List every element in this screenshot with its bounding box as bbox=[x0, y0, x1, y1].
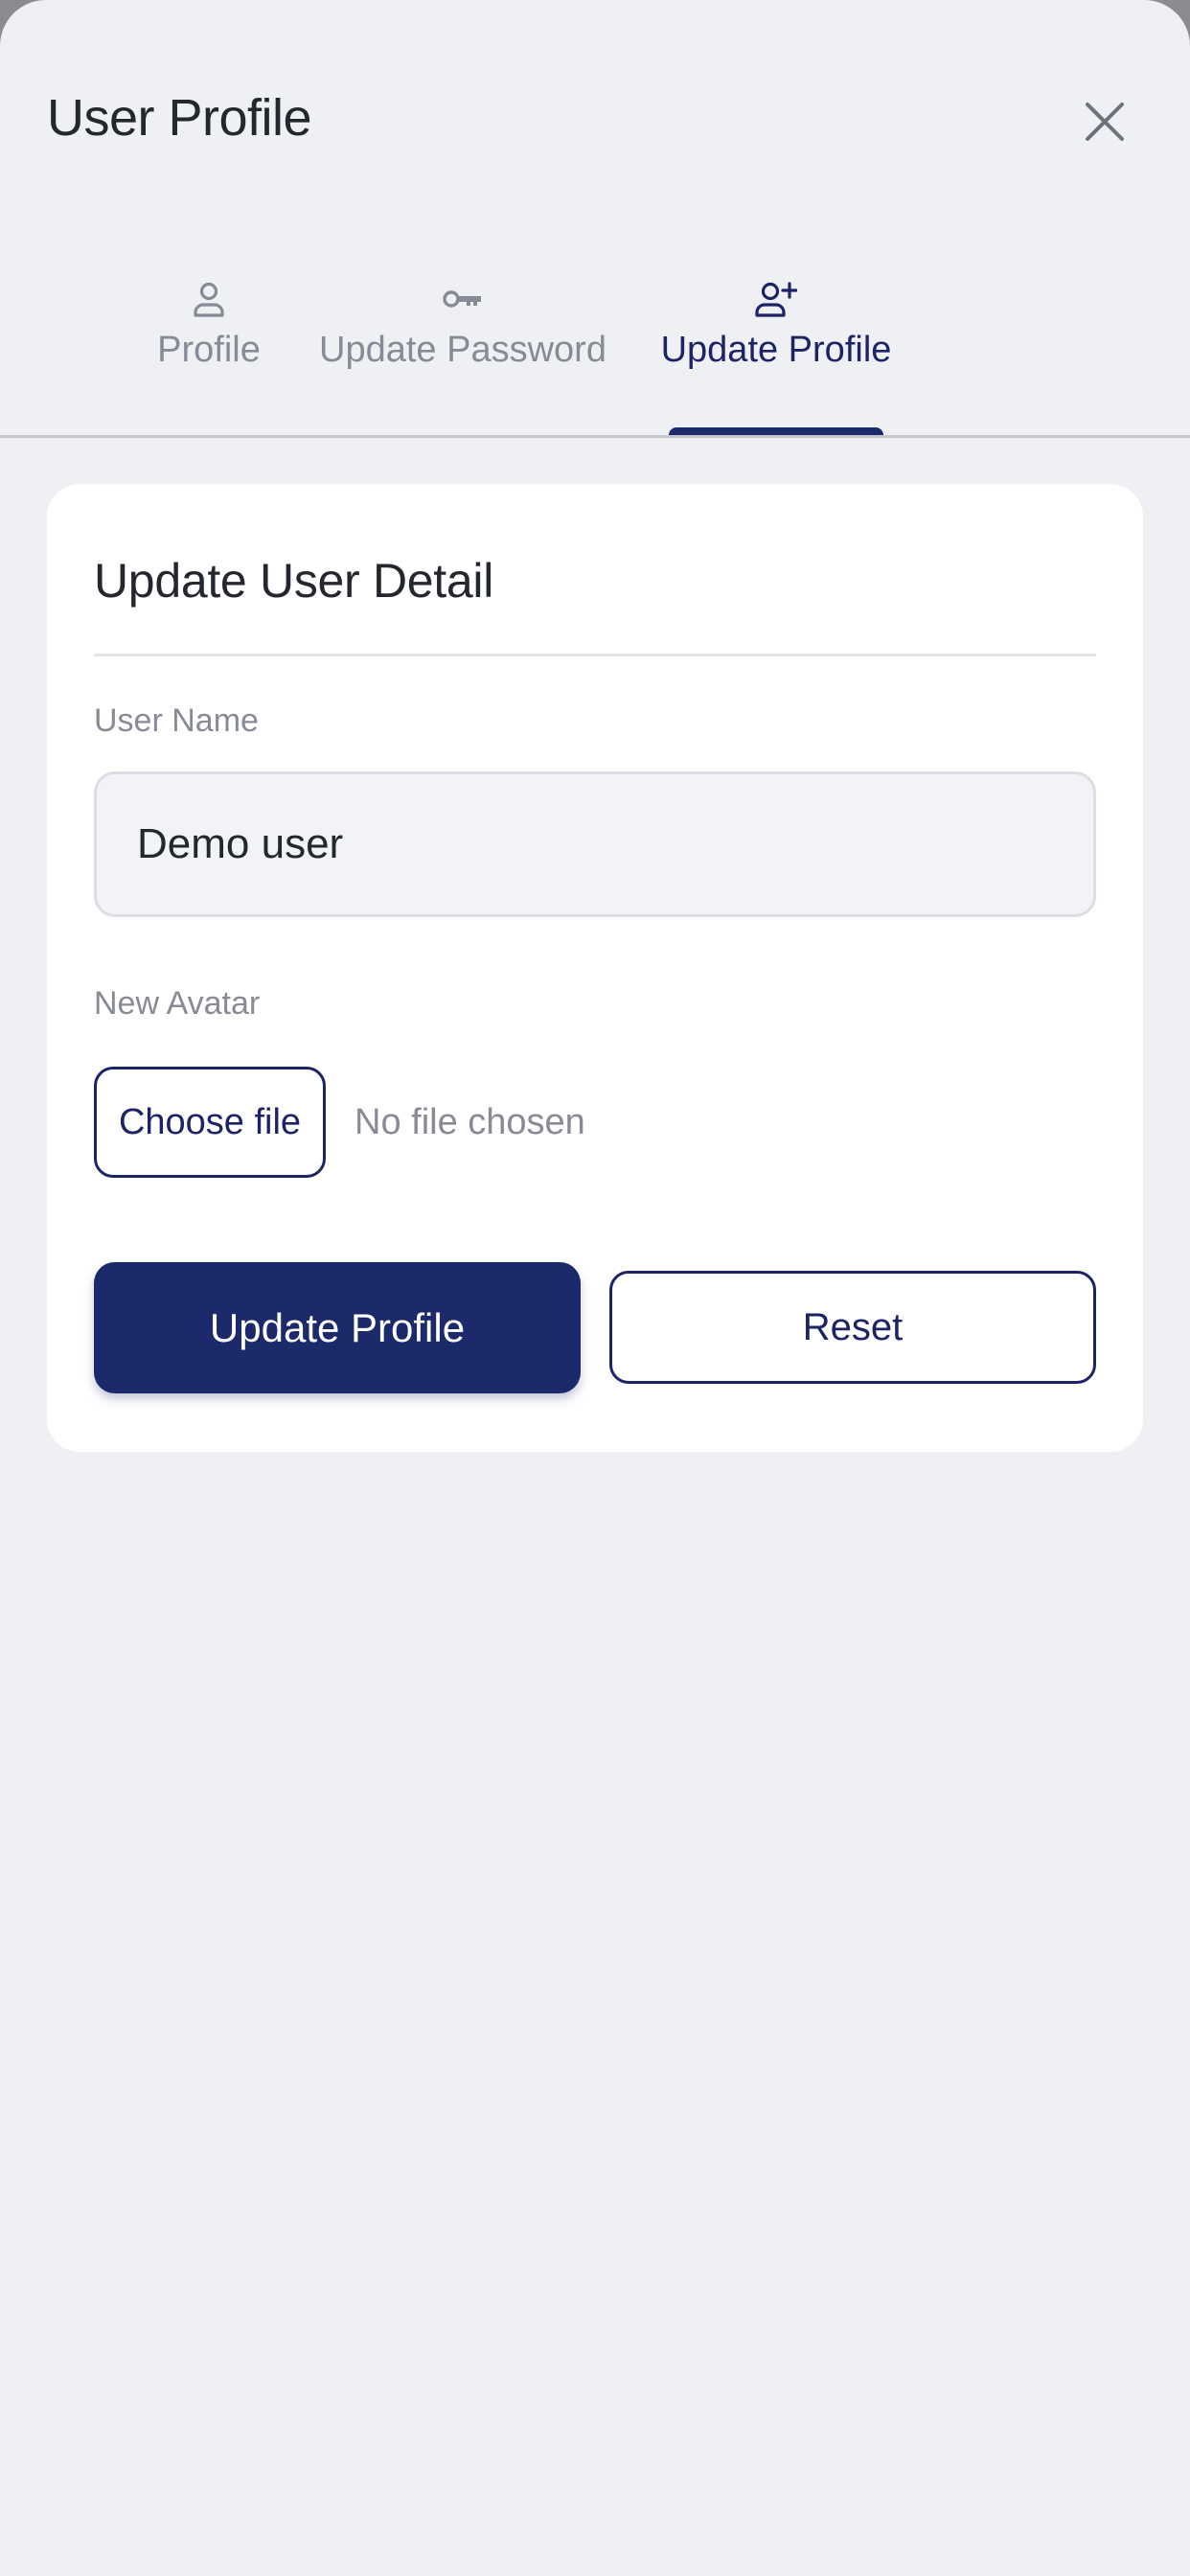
tab-label: Profile bbox=[157, 330, 261, 370]
tab-update-password[interactable]: Update Password bbox=[319, 259, 606, 437]
user-icon bbox=[188, 278, 230, 320]
tab-bar: Profile Update Password Update Profile bbox=[0, 259, 1190, 437]
file-status-text: No file chosen bbox=[355, 1102, 585, 1142]
username-input[interactable] bbox=[94, 771, 1096, 917]
username-label: User Name bbox=[94, 702, 259, 739]
card-divider bbox=[94, 654, 1096, 656]
reset-button[interactable]: Reset bbox=[609, 1271, 1096, 1384]
tab-label: Update Password bbox=[319, 330, 606, 370]
tabs-divider bbox=[0, 435, 1190, 438]
card-title: Update User Detail bbox=[94, 554, 494, 608]
close-icon bbox=[1086, 103, 1124, 141]
update-user-card: Update User Detail User Name New Avatar … bbox=[47, 484, 1143, 1452]
user-plus-icon bbox=[755, 278, 797, 320]
close-button[interactable] bbox=[1075, 92, 1134, 151]
tab-profile[interactable]: Profile bbox=[156, 259, 262, 437]
avatar-label: New Avatar bbox=[94, 985, 261, 1022]
page-title: User Profile bbox=[47, 89, 312, 147]
tab-update-profile[interactable]: Update Profile bbox=[661, 259, 891, 437]
tab-label: Update Profile bbox=[660, 330, 892, 370]
choose-file-button[interactable]: Choose file bbox=[94, 1067, 326, 1178]
update-profile-button[interactable]: Update Profile bbox=[94, 1262, 581, 1393]
profile-sheet: User Profile Profile Update Password Upd… bbox=[0, 0, 1190, 2576]
key-icon bbox=[442, 278, 484, 320]
